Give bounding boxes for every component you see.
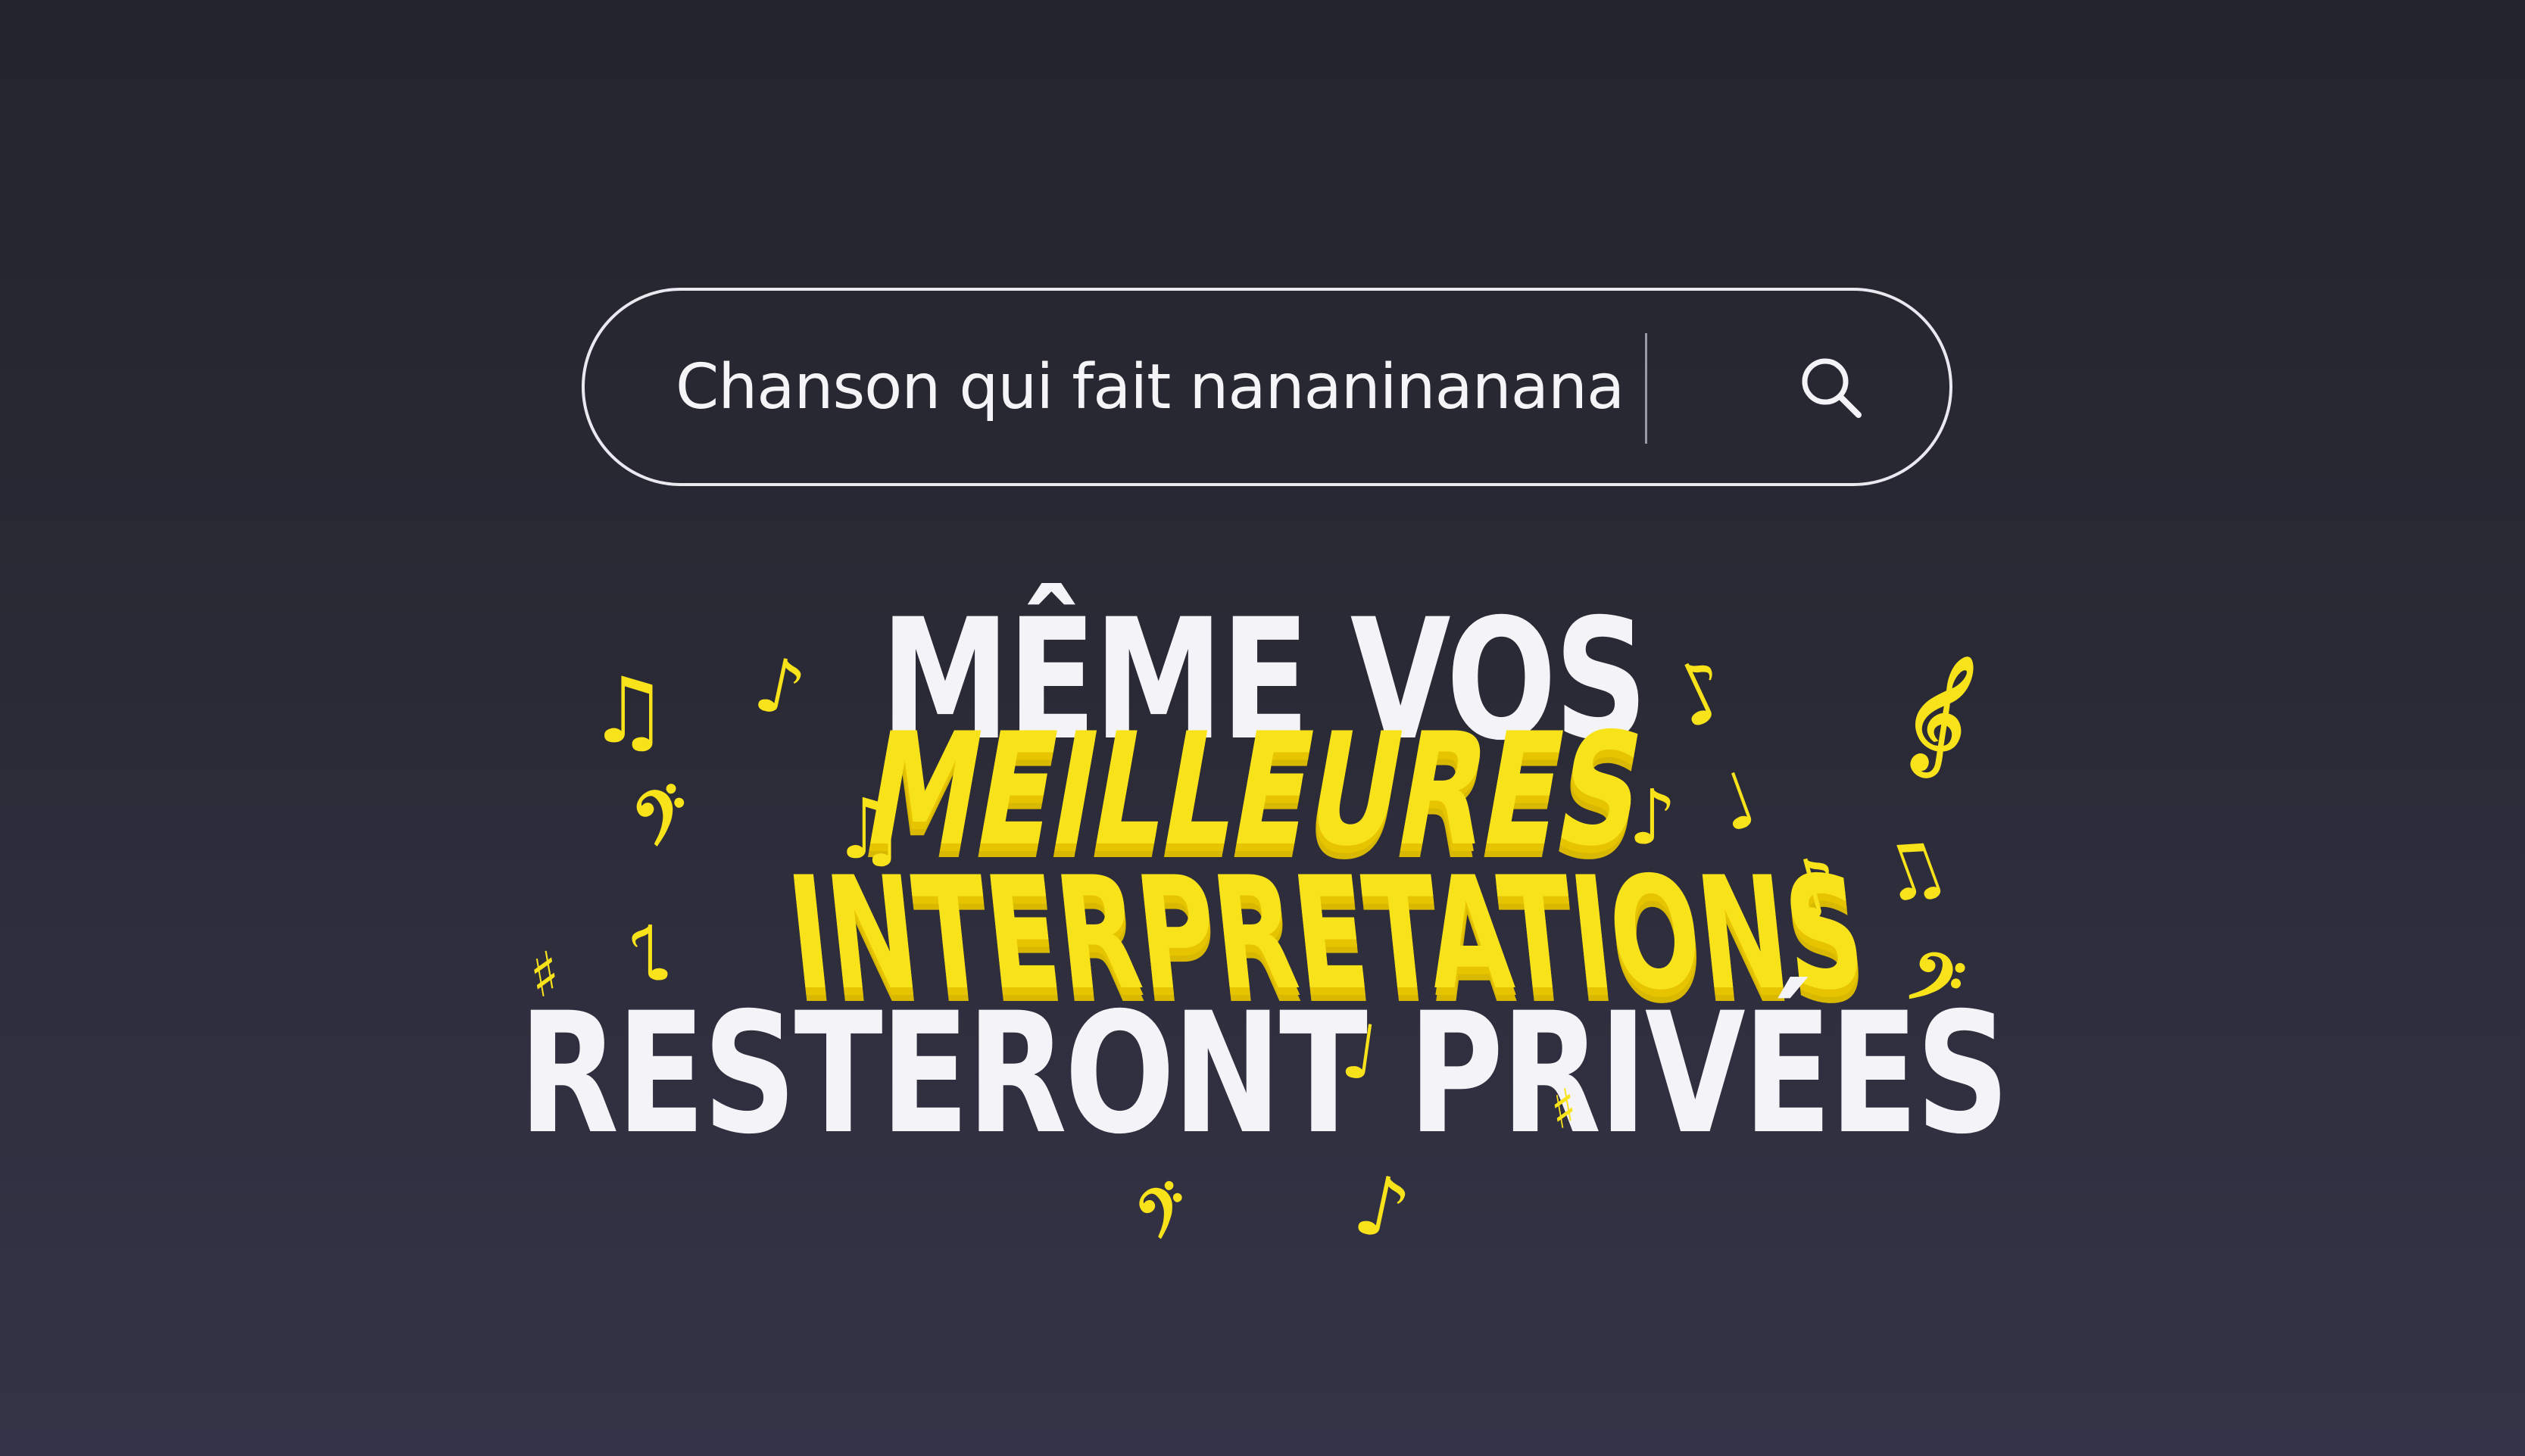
bass-clef-icon: 𝄢 bbox=[1122, 1165, 1213, 1266]
music-note-icon: ♪ bbox=[1346, 1155, 1419, 1261]
search-input[interactable]: Chanson qui fait nananinanana bbox=[676, 291, 1630, 483]
music-note-icon: ♫ bbox=[588, 659, 669, 764]
search-button[interactable] bbox=[1796, 353, 1865, 421]
music-note-icon: ♪ bbox=[626, 909, 674, 998]
search-bar: Chanson qui fait nananinanana bbox=[582, 288, 1952, 486]
text-caret bbox=[1645, 333, 1647, 444]
music-note-icon: ♫ bbox=[832, 781, 907, 878]
search-icon bbox=[1802, 358, 1862, 418]
music-note-icon: ♪ bbox=[1628, 773, 1677, 862]
